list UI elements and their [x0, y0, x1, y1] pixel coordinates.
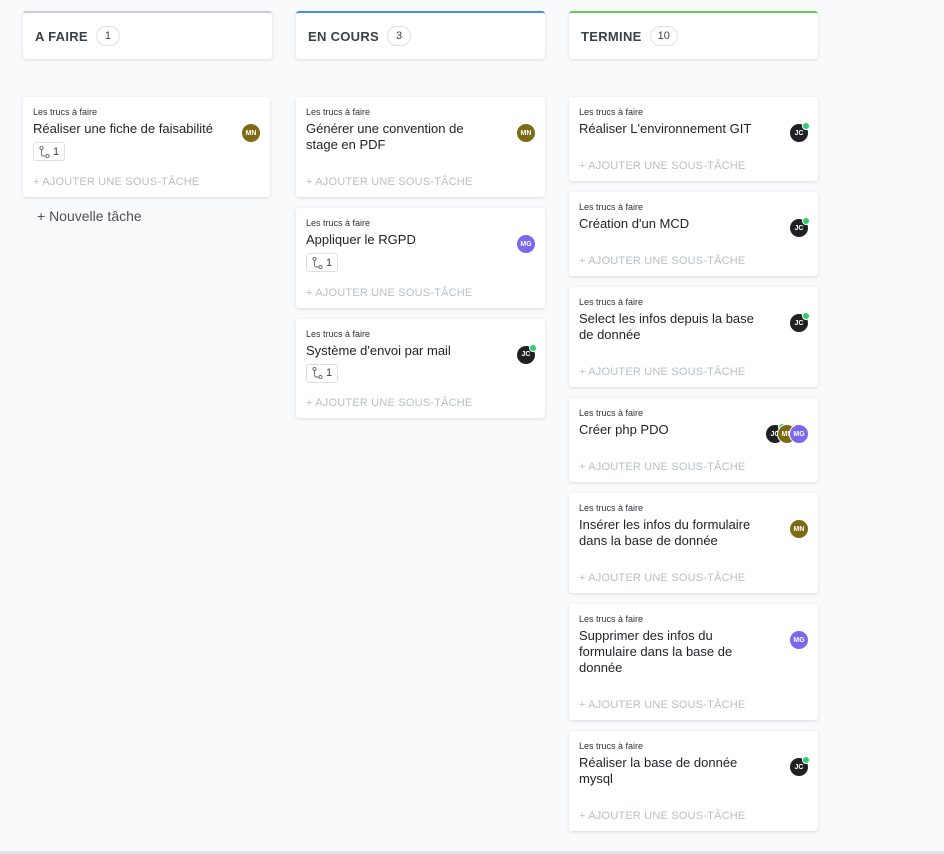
list-name: Les trucs à faire	[306, 328, 371, 339]
avatar[interactable]: MG	[789, 630, 809, 650]
avatar[interactable]: JC	[789, 122, 810, 143]
column-header[interactable]: EN COURS 3	[296, 11, 545, 59]
assignees[interactable]: MN	[241, 123, 261, 143]
subtask-count[interactable]: 1	[306, 253, 339, 272]
column-header[interactable]: TERMINE 10	[569, 11, 818, 59]
add-subtask-button[interactable]: + AJOUTER UNE SOUS-TÂCHE	[33, 167, 260, 197]
subtask-count[interactable]: 1	[306, 363, 339, 383]
add-subtask-button[interactable]: + AJOUTER UNE SOUS-TÂCHE	[579, 151, 808, 181]
avatar[interactable]: MN	[241, 123, 261, 143]
task-title[interactable]: Supprimer des infos du formulaire dans l…	[579, 628, 808, 676]
avatar[interactable]: JC	[516, 343, 537, 365]
avatar[interactable]: MG	[516, 234, 536, 254]
task-title[interactable]: Appliquer le RGPD	[306, 232, 535, 248]
task-title[interactable]: Réaliser la base de donnée mysql	[579, 755, 808, 787]
assignees[interactable]: JC	[789, 122, 810, 143]
column-a-faire: A FAIRE 1 Les trucs à faire Réaliser une…	[23, 11, 272, 224]
assignees[interactable]: JC	[789, 312, 810, 333]
subtask-count-value: 1	[53, 145, 60, 158]
list-name: Les trucs à faire	[33, 107, 98, 117]
avatar[interactable]: MG	[789, 424, 809, 444]
card-list: Les trucs à faire Générer une convention…	[296, 97, 545, 429]
list-name: Les trucs à faire	[579, 107, 644, 117]
task-title[interactable]: Système d'envoi par mail	[306, 343, 535, 359]
add-subtask-button[interactable]: + AJOUTER UNE SOUS-TÂCHE	[306, 278, 535, 308]
subtask-count-value: 1	[326, 367, 333, 379]
add-subtask-button[interactable]: + AJOUTER UNE SOUS-TÂCHE	[579, 357, 808, 387]
task-title[interactable]: Insérer les infos du formulaire dans la …	[579, 517, 808, 549]
avatar[interactable]: MN	[516, 123, 536, 143]
task-count-badge: 1	[95, 26, 120, 46]
assignees[interactable]: JC	[789, 217, 810, 238]
assignees[interactable]: MN	[516, 123, 536, 143]
assignees[interactable]: MN	[789, 519, 809, 539]
online-status-dot	[802, 312, 810, 320]
task-card[interactable]: Les trucs à faire Appliquer le RGPD 1 + …	[296, 208, 545, 308]
column-title: EN COURS	[308, 28, 380, 44]
assignees[interactable]: MG	[789, 630, 809, 650]
task-count-badge: 3	[387, 26, 412, 46]
task-title[interactable]: Réaliser L'environnement GIT	[579, 121, 808, 137]
task-card[interactable]: Les trucs à faire Réaliser la base de do…	[569, 731, 818, 831]
list-name: Les trucs à faire	[579, 202, 644, 212]
list-name: Les trucs à faire	[579, 408, 644, 418]
task-card[interactable]: Les trucs à faire Réaliser L'environneme…	[569, 97, 818, 181]
list-name: Les trucs à faire	[579, 297, 644, 307]
task-title[interactable]: Select les infos depuis la base de donné…	[579, 311, 808, 343]
task-card[interactable]: Les trucs à faire Select les infos depui…	[569, 287, 818, 387]
avatar[interactable]: JC	[789, 756, 810, 777]
online-status-dot	[802, 756, 810, 764]
online-status-dot	[529, 343, 537, 352]
assignees[interactable]: JC	[789, 756, 810, 777]
subtask-icon	[39, 145, 50, 158]
add-subtask-button[interactable]: + AJOUTER UNE SOUS-TÂCHE	[579, 690, 808, 720]
subtask-icon	[312, 367, 323, 379]
task-title[interactable]: Générer une convention de stage en PDF	[306, 121, 535, 153]
add-subtask-button[interactable]: + AJOUTER UNE SOUS-TÂCHE	[579, 563, 808, 593]
list-name: Les trucs à faire	[306, 107, 371, 117]
column-termine: TERMINE 10 Les trucs à faire Réaliser L'…	[569, 11, 818, 831]
list-name: Les trucs à faire	[579, 614, 644, 624]
online-status-dot	[802, 122, 810, 130]
task-card[interactable]: Les trucs à faire Générer une convention…	[296, 97, 545, 197]
list-name: Les trucs à faire	[579, 503, 644, 513]
assignees[interactable]: MG	[516, 234, 536, 254]
card-list: Les trucs à faire Réaliser une fiche de …	[23, 97, 272, 224]
add-subtask-button[interactable]: + AJOUTER UNE SOUS-TÂCHE	[579, 246, 808, 276]
task-card[interactable]: Les trucs à faire Créer php PDO + AJOUTE…	[569, 398, 818, 482]
column-header[interactable]: A FAIRE 1	[23, 11, 272, 59]
task-title[interactable]: Réaliser une fiche de faisabilité	[33, 121, 260, 137]
kanban-board: A FAIRE 1 Les trucs à faire Réaliser une…	[0, 0, 944, 854]
task-count-badge: 10	[649, 26, 678, 46]
task-card[interactable]: Les trucs à faire Création d'un MCD + AJ…	[569, 192, 818, 276]
assignees[interactable]: JC	[516, 343, 537, 365]
assignees[interactable]: JC MN MG	[765, 423, 809, 444]
online-status-dot	[802, 217, 810, 225]
avatar[interactable]: JC	[789, 217, 810, 238]
add-subtask-button[interactable]: + AJOUTER UNE SOUS-TÂCHE	[306, 167, 535, 197]
add-subtask-button[interactable]: + AJOUTER UNE SOUS-TÂCHE	[306, 388, 535, 418]
task-card[interactable]: Les trucs à faire Système d'envoi par ma…	[296, 318, 545, 418]
column-en-cours: EN COURS 3 Les trucs à faire Générer une…	[296, 11, 545, 418]
task-card[interactable]: Les trucs à faire Insérer les infos du f…	[569, 493, 818, 593]
column-title: A FAIRE	[35, 28, 88, 44]
subtask-icon	[312, 256, 323, 269]
list-name: Les trucs à faire	[306, 218, 371, 228]
new-task-button[interactable]: + Nouvelle tâche	[23, 208, 272, 224]
add-subtask-button[interactable]: + AJOUTER UNE SOUS-TÂCHE	[579, 452, 808, 482]
task-card[interactable]: Les trucs à faire Supprimer des infos du…	[569, 604, 818, 720]
task-card[interactable]: Les trucs à faire Réaliser une fiche de …	[23, 97, 270, 197]
subtask-count-value: 1	[326, 256, 333, 269]
card-list: Les trucs à faire Réaliser L'environneme…	[569, 97, 818, 842]
subtask-count[interactable]: 1	[33, 142, 66, 161]
column-title: TERMINE	[581, 28, 642, 44]
list-name: Les trucs à faire	[579, 741, 644, 751]
avatar[interactable]: JC	[789, 312, 810, 333]
avatar[interactable]: MN	[789, 519, 809, 539]
add-subtask-button[interactable]: + AJOUTER UNE SOUS-TÂCHE	[579, 801, 808, 831]
task-title[interactable]: Création d'un MCD	[579, 216, 808, 232]
